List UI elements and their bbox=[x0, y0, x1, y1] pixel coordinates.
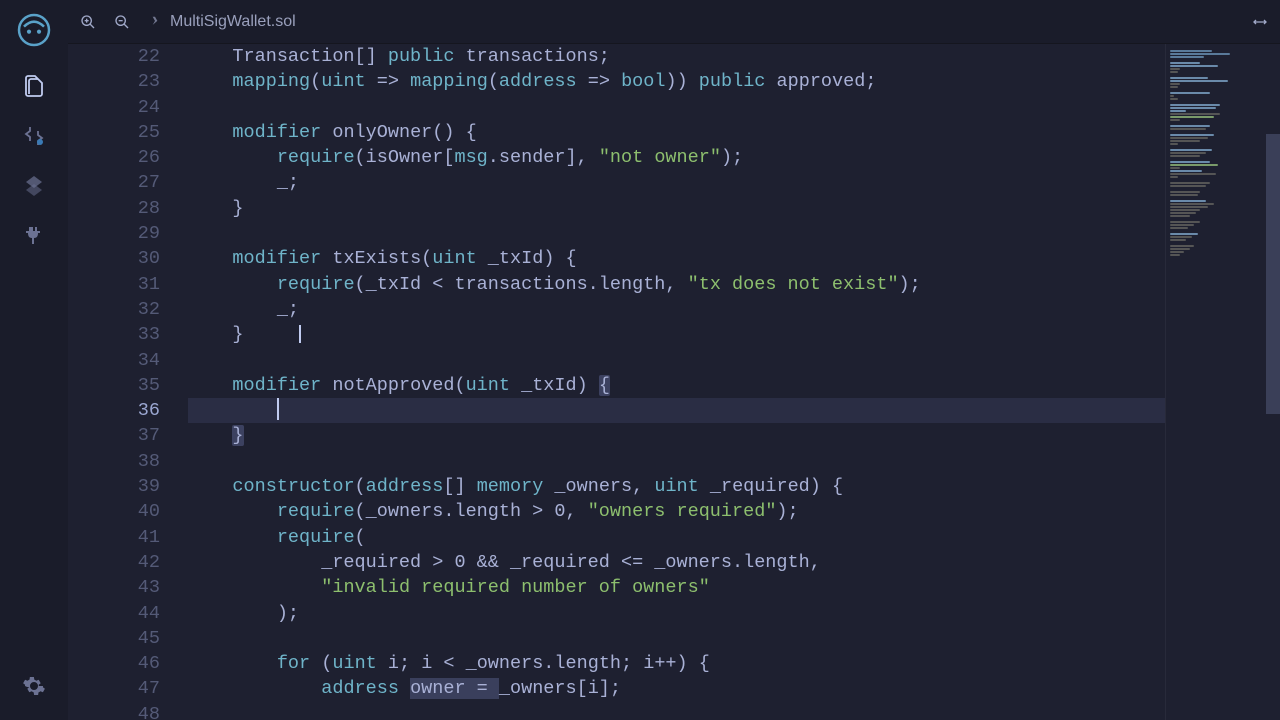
editor-topbar: MultiSigWallet.sol bbox=[68, 0, 1280, 44]
deploy-icon[interactable] bbox=[20, 172, 48, 200]
scrollbar-track[interactable] bbox=[1266, 44, 1280, 720]
editor[interactable]: 2223242526272829303132333435363738394041… bbox=[68, 44, 1280, 720]
minimap[interactable] bbox=[1165, 44, 1280, 720]
scrollbar-thumb[interactable] bbox=[1266, 134, 1280, 414]
file-tab[interactable]: MultiSigWallet.sol bbox=[148, 13, 296, 31]
plugin-manager-icon[interactable] bbox=[20, 222, 48, 250]
file-name: MultiSigWallet.sol bbox=[170, 13, 296, 31]
code-content[interactable]: Transaction[] public transactions; mappi… bbox=[188, 44, 1165, 720]
compiler-icon[interactable] bbox=[20, 122, 48, 150]
settings-icon[interactable] bbox=[20, 672, 48, 700]
zoom-in-icon[interactable] bbox=[80, 14, 96, 30]
activity-bar bbox=[0, 0, 68, 720]
main-area: MultiSigWallet.sol 222324252627282930313… bbox=[68, 0, 1280, 720]
remix-logo-icon[interactable] bbox=[14, 10, 54, 50]
line-gutter: 2223242526272829303132333435363738394041… bbox=[68, 44, 188, 720]
solidity-file-icon bbox=[148, 15, 162, 29]
zoom-out-icon[interactable] bbox=[114, 14, 130, 30]
expand-horizontal-icon[interactable] bbox=[1252, 14, 1268, 30]
file-explorer-icon[interactable] bbox=[20, 72, 48, 100]
